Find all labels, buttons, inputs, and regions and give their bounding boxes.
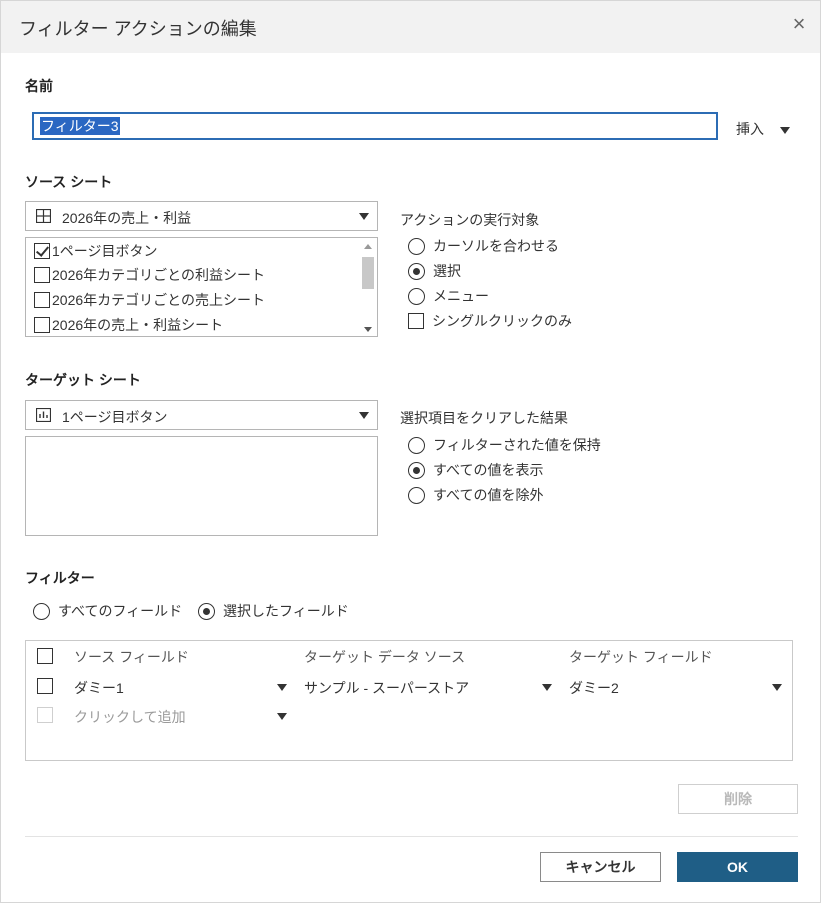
run-on-select-option[interactable]: 選択 [408,260,461,282]
name-input[interactable]: フィルター3 [32,112,718,140]
single-click-checkbox[interactable] [408,313,424,329]
sheet-label: 2026年カテゴリごとの売上シート [52,292,266,308]
dashboard-icon [36,408,51,422]
sheet-list-item[interactable]: 2026年カテゴリごとの利益シート [34,264,265,286]
run-on-menu-option[interactable]: メニュー [408,285,489,307]
option-label: すべての値を表示 [433,462,544,478]
option-label: メニュー [433,288,489,304]
sheet-checkbox[interactable] [34,267,50,283]
target-field-cell[interactable]: ダミー2 [569,678,619,698]
radio-button[interactable] [408,287,425,305]
target-sheets-list [25,436,378,536]
title-bar: フィルター アクションの編集 × [1,1,820,53]
sheet-checkbox[interactable] [34,243,50,259]
run-on-hover-option[interactable]: カーソルを合わせる [408,235,559,257]
source-sheet-dropdown[interactable]: 2026年の売上・利益 [25,201,378,231]
scroll-down-icon[interactable] [364,327,372,332]
option-label: カーソルを合わせる [433,238,559,254]
option-label: すべてのフィールド [58,603,183,619]
radio-button[interactable] [33,602,50,620]
name-label: 名前 [25,78,53,94]
target-sheet-label: ターゲット シート [25,372,141,388]
scroll-up-icon[interactable] [364,244,372,249]
insert-menu-button[interactable]: 挿入 [736,119,790,139]
show-all-option[interactable]: すべての値を表示 [408,459,543,481]
chevron-down-icon[interactable] [542,684,552,691]
sheet-label: 2026年の売上・利益シート [52,317,224,333]
field-mapping-table: ソース フィールド ターゲット データ ソース ターゲット フィールド ダミー1… [25,640,793,761]
target-sheet-dropdown[interactable]: 1ページ目ボタン [25,400,378,430]
datasource-grid-icon [36,209,51,223]
filter-label: フィルター [25,570,95,586]
sheet-list-item[interactable]: 2026年カテゴリごとの売上シート [34,289,265,311]
source-sheet-dropdown-value: 2026年の売上・利益 [62,210,192,226]
clear-result-label: 選択項目をクリアした結果 [400,410,568,426]
sheet-label: 1ページ目ボタン [52,243,158,259]
sheet-label: 2026年カテゴリごとの利益シート [52,267,266,283]
chevron-down-icon[interactable] [772,684,782,691]
column-header: ターゲット フィールド [569,649,713,665]
scroll-thumb[interactable] [362,257,374,289]
sheet-checkbox[interactable] [34,317,50,333]
name-input-value: フィルター3 [40,117,120,135]
select-all-checkbox[interactable] [37,648,53,664]
single-click-option[interactable]: シングルクリックのみ [408,310,572,332]
column-header: ターゲット データ ソース [304,649,466,665]
source-sheet-label: ソース シート [25,174,113,190]
option-label: 選択したフィールド [223,603,349,619]
keep-filtered-option[interactable]: フィルターされた値を保持 [408,434,601,456]
dialog-title: フィルター アクションの編集 [19,19,257,39]
add-row-checkbox [37,707,53,723]
add-field-placeholder[interactable]: クリックして追加 [74,707,186,727]
option-label: 選択 [433,263,461,279]
column-header: ソース フィールド [74,649,189,665]
close-icon[interactable]: × [788,13,810,35]
divider [25,836,798,837]
sheet-checkbox[interactable] [34,292,50,308]
ok-button[interactable]: OK [677,852,798,882]
list-scrollbar[interactable] [362,241,374,335]
chevron-down-icon[interactable] [277,684,287,691]
option-label: すべての値を除外 [433,487,544,503]
exclude-all-option[interactable]: すべての値を除外 [408,484,543,506]
edit-filter-action-dialog: フィルター アクションの編集 × 名前 フィルター3 挿入 ソース シート 20… [0,0,821,903]
row-checkbox[interactable] [37,678,53,694]
radio-button[interactable] [408,486,425,504]
option-label: フィルターされた値を保持 [433,437,601,453]
chevron-down-icon [359,412,369,419]
target-source-cell[interactable]: サンプル - スーパーストア [304,678,469,698]
radio-button[interactable] [408,436,425,454]
selected-fields-option[interactable]: 選択したフィールド [198,600,349,622]
sheet-list-item[interactable]: 1ページ目ボタン [34,240,158,262]
option-label: シングルクリックのみ [432,313,572,329]
run-on-label: アクションの実行対象 [400,212,540,228]
radio-button[interactable] [408,237,425,255]
all-fields-option[interactable]: すべてのフィールド [33,600,182,622]
target-sheet-dropdown-value: 1ページ目ボタン [62,409,168,425]
chevron-down-icon[interactable] [277,713,287,720]
radio-button[interactable] [408,262,425,280]
radio-button[interactable] [408,461,425,479]
radio-button[interactable] [198,602,215,620]
chevron-down-icon [359,213,369,220]
sheet-list-item[interactable]: 2026年の売上・利益シート [34,314,223,336]
insert-label: 挿入 [736,121,764,137]
cancel-button[interactable]: キャンセル [540,852,661,882]
chevron-down-icon [779,126,790,134]
delete-button[interactable]: 削除 [678,784,798,814]
source-sheets-list: 1ページ目ボタン 2026年カテゴリごとの利益シート 2026年カテゴリごとの売… [25,237,378,337]
source-field-cell[interactable]: ダミー1 [74,678,124,698]
